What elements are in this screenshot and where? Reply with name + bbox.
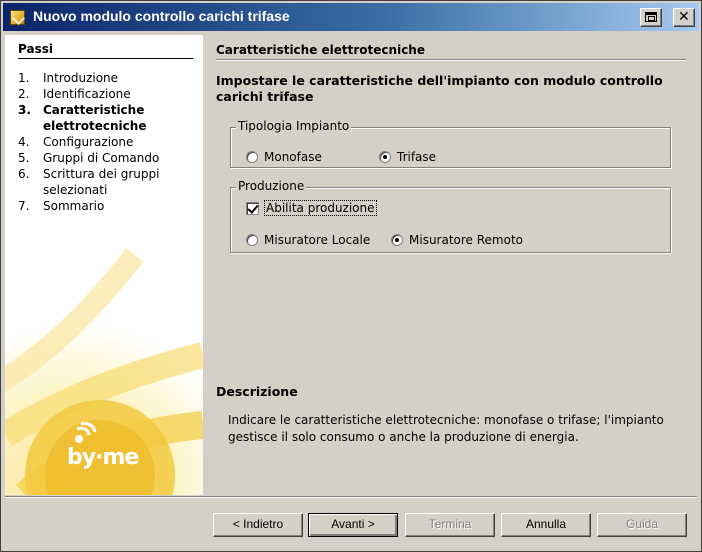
radio-misuratore-locale[interactable]: Misuratore Locale <box>246 233 370 247</box>
back-button[interactable]: < Indietro <box>213 513 303 537</box>
next-button[interactable]: Avanti > <box>308 513 398 537</box>
radio-label: Misuratore Remoto <box>409 233 524 247</box>
step-sommario: 7. Sommario <box>18 198 198 214</box>
step-label: Introduzione <box>43 71 119 85</box>
section-divider <box>216 59 686 61</box>
steps-list: 1. Introduzione 2. Identificazione 3. Ca… <box>18 70 198 214</box>
produzione-legend: Produzione <box>236 179 307 193</box>
radio-label: Misuratore Locale <box>264 233 371 247</box>
checkbox-box[interactable] <box>246 201 259 215</box>
step-label: Identificazione <box>43 87 131 101</box>
byme-logo-text: by·me <box>67 445 139 470</box>
step-caratteristiche: 3. Caratteristiche elettrotecniche <box>18 102 198 134</box>
app-icon <box>10 10 25 25</box>
step-number: 6. <box>18 167 30 181</box>
instruction-text: Impostare le caratteristiche dell'impian… <box>216 73 663 104</box>
step-configurazione: 4. Configurazione <box>18 134 198 150</box>
radio-circle[interactable] <box>246 234 258 246</box>
help-button[interactable]: Guida <box>597 513 687 537</box>
step-label: Sommario <box>43 199 105 213</box>
radio-circle[interactable] <box>246 151 258 163</box>
step-number: 3. <box>18 103 31 117</box>
tipologia-legend: Tipologia Impianto <box>236 119 352 133</box>
restore-button[interactable] <box>640 8 662 27</box>
step-label: Caratteristiche elettrotecniche <box>43 103 147 133</box>
steps-divider <box>18 58 193 59</box>
wizard-window: Nuovo modulo controllo carichi trifase ✕… <box>0 0 702 552</box>
radio-trifase[interactable]: Trifase <box>379 150 436 164</box>
step-identificazione: 2. Identificazione <box>18 86 198 102</box>
produzione-groupbox: Produzione Abilita produzione Misuratore… <box>230 179 671 253</box>
radio-circle[interactable] <box>391 234 403 246</box>
checkbox-abilita-produzione[interactable]: Abilita produzione <box>246 200 377 216</box>
description-text: Indicare le caratteristiche elettrotecni… <box>228 413 664 444</box>
radio-monofase[interactable]: Monofase <box>246 150 322 164</box>
radio-misuratore-remoto[interactable]: Misuratore Remoto <box>391 233 523 247</box>
section-title: Caratteristiche elettrotecniche <box>216 43 425 57</box>
description-title: Descrizione <box>216 384 298 399</box>
step-number: 2. <box>18 87 30 101</box>
radio-circle[interactable] <box>379 151 391 163</box>
step-label: Gruppi di Comando <box>43 151 160 165</box>
step-number: 7. <box>18 199 30 213</box>
step-number: 1. <box>18 71 30 85</box>
cancel-button[interactable]: Annulla <box>501 513 591 537</box>
step-label: Configurazione <box>43 135 134 149</box>
radio-label: Monofase <box>264 150 322 164</box>
close-button[interactable]: ✕ <box>673 8 695 27</box>
steps-header: Passi <box>18 42 53 56</box>
title-bar: Nuovo modulo controllo carichi trifase ✕ <box>3 3 699 31</box>
byme-logo-mark <box>75 422 97 443</box>
finish-button[interactable]: Termina <box>405 513 495 537</box>
step-label: Scrittura dei gruppi selezionati <box>43 167 160 197</box>
step-gruppi-comando: 5. Gruppi di Comando <box>18 150 198 166</box>
window-title: Nuovo modulo controllo carichi trifase <box>33 8 290 24</box>
checkbox-label: Abilita produzione <box>264 200 377 216</box>
bottom-divider <box>5 496 697 498</box>
close-icon: ✕ <box>678 9 690 25</box>
step-scrittura-gruppi: 6. Scrittura dei gruppi selezionati <box>18 166 198 198</box>
radio-label: Trifase <box>397 150 437 164</box>
step-number: 5. <box>18 151 30 165</box>
tipologia-groupbox: Tipologia Impianto Monofase Trifase <box>230 119 671 168</box>
restore-icon <box>645 12 657 22</box>
step-number: 4. <box>18 135 30 149</box>
steps-panel: Passi 1. Introduzione 2. Identificazione… <box>5 35 203 495</box>
step-introduzione: 1. Introduzione <box>18 70 198 86</box>
